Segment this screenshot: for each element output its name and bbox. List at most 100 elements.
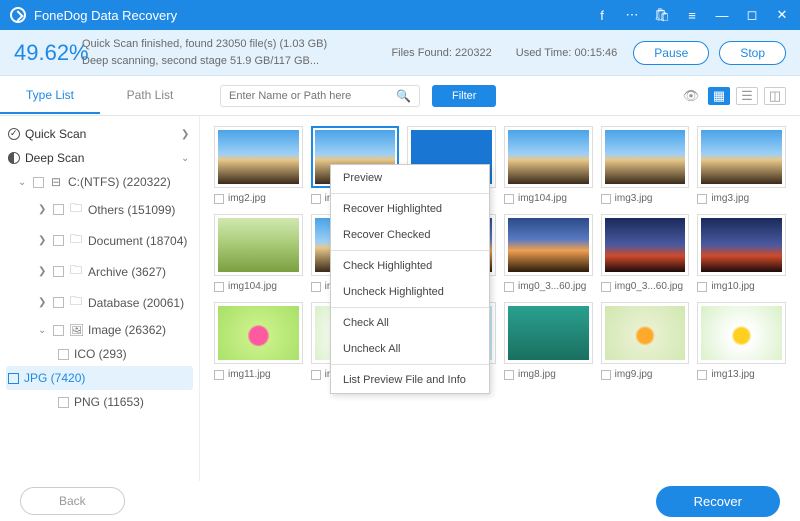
checkbox[interactable] [58,349,69,360]
thumbnail[interactable]: img0_3...60.jpg [504,214,593,292]
tab-type-list[interactable]: Type List [0,78,100,114]
stop-button[interactable]: Stop [719,41,786,65]
chevron-right-icon[interactable]: ❯ [38,204,48,215]
tree-label: Database (20061) [88,296,184,310]
checkbox[interactable] [601,282,611,292]
tree-image[interactable]: ⌄ 🖼 Image (26362) [0,318,199,342]
menu-uncheck-highlighted[interactable]: Uncheck Highlighted [331,279,489,305]
thumbnail-image[interactable] [697,302,786,364]
minimize-icon[interactable]: — [714,7,730,23]
checkbox[interactable] [504,370,514,380]
chevron-right-icon[interactable]: ❯ [38,297,48,308]
thumbnail[interactable]: img2.jpg [214,126,303,204]
thumbnail[interactable]: img9.jpg [601,302,690,380]
menu-recover-checked[interactable]: Recover Checked [331,222,489,248]
thumbnail[interactable]: img10.jpg [697,214,786,292]
list-view-icon[interactable]: ☰ [736,87,758,105]
checkbox[interactable] [8,373,19,384]
thumbnail-image[interactable] [214,214,303,276]
menu-preview[interactable]: Preview [331,165,489,191]
tree-drive[interactable]: ⌄ ⊟ C:(NTFS) (220322) [0,170,199,194]
checkbox[interactable] [53,235,64,246]
checkbox[interactable] [33,177,44,188]
tab-path-list[interactable]: Path List [100,78,200,114]
checkbox[interactable] [214,194,224,204]
sidebar-tree[interactable]: Quick Scan ❯ Deep Scan ⌄ ⌄ ⊟ C:(NTFS) (2… [0,116,200,481]
search-icon[interactable]: 🔍 [396,89,411,103]
maximize-icon[interactable]: ◻ [744,7,760,23]
checkbox[interactable] [311,194,321,204]
recover-button[interactable]: Recover [656,486,780,517]
checkbox[interactable] [504,282,514,292]
thumbnail[interactable]: img104.jpg [504,126,593,204]
tree-quick-scan[interactable]: Quick Scan ❯ [0,122,199,146]
chevron-down-icon[interactable]: ⌄ [38,325,48,336]
back-button[interactable]: Back [20,487,125,515]
menu-check-highlighted[interactable]: Check Highlighted [331,253,489,279]
checkbox[interactable] [53,325,64,336]
tree-png[interactable]: PNG (11653) [0,390,199,414]
menu-check-all[interactable]: Check All [331,310,489,336]
thumbnail-image[interactable] [504,302,593,364]
tree-others[interactable]: ❯ 🗀 Others (151099) [0,194,199,225]
facebook-icon[interactable]: f [594,7,610,23]
tree-label: Deep Scan [25,151,176,165]
checkbox[interactable] [697,194,707,204]
checkbox[interactable] [697,370,707,380]
checkbox[interactable] [504,194,514,204]
menu-uncheck-all[interactable]: Uncheck All [331,336,489,362]
tree-archive[interactable]: ❯ 🗀 Archive (3627) [0,256,199,287]
feedback-icon[interactable]: ⋯ [624,7,640,23]
menu-icon[interactable]: ≡ [684,7,700,23]
filter-button[interactable]: Filter [432,85,496,107]
thumbnail-image[interactable] [697,126,786,188]
checkbox[interactable] [214,370,224,380]
thumbnail[interactable]: img13.jpg [697,302,786,380]
thumbnail-image[interactable] [504,214,593,276]
eye-icon[interactable]: 👁 [680,87,702,105]
thumbnail[interactable]: img3.jpg [601,126,690,204]
filename: img104.jpg [228,281,277,292]
tree-deep-scan[interactable]: Deep Scan ⌄ [0,146,199,170]
tree-jpg[interactable]: JPG (7420) [6,366,193,390]
thumbnail-image[interactable] [214,126,303,188]
tree-database[interactable]: ❯ 🗀 Database (20061) [0,287,199,318]
checkbox[interactable] [601,370,611,380]
thumbnail[interactable]: img11.jpg [214,302,303,380]
checkbox[interactable] [53,266,64,277]
menu-list-preview[interactable]: List Preview File and Info [331,367,489,393]
tree-ico[interactable]: ICO (293) [0,342,199,366]
checkbox[interactable] [53,297,64,308]
checkbox[interactable] [58,397,69,408]
chevron-right-icon[interactable]: ❯ [38,266,48,277]
chevron-right-icon[interactable]: ❯ [181,129,191,140]
search-input[interactable] [229,90,389,102]
thumbnail-image[interactable] [504,126,593,188]
checkbox[interactable] [311,282,321,292]
thumbnail-image[interactable] [697,214,786,276]
thumbnail[interactable]: img0_3...60.jpg [601,214,690,292]
search-box[interactable]: 🔍 [220,85,420,107]
chevron-down-icon[interactable]: ⌄ [18,177,28,188]
chevron-down-icon[interactable]: ⌄ [181,153,191,164]
thumbnail-image[interactable] [601,302,690,364]
store-icon[interactable]: 🛍 [654,7,670,23]
thumbnail-image[interactable] [601,214,690,276]
thumbnail-image[interactable] [601,126,690,188]
thumbnail[interactable]: img3.jpg [697,126,786,204]
checkbox[interactable] [53,204,64,215]
grid-view-icon[interactable]: ▦ [708,87,730,105]
close-icon[interactable]: ✕ [774,7,790,23]
checkbox[interactable] [601,194,611,204]
checkbox[interactable] [214,282,224,292]
chevron-right-icon[interactable]: ❯ [38,235,48,246]
menu-recover-highlighted[interactable]: Recover Highlighted [331,196,489,222]
pause-button[interactable]: Pause [633,41,709,65]
thumbnail[interactable]: img8.jpg [504,302,593,380]
checkbox[interactable] [311,370,321,380]
checkbox[interactable] [697,282,707,292]
detail-view-icon[interactable]: ◫ [764,87,786,105]
thumbnail-image[interactable] [214,302,303,364]
thumbnail[interactable]: img104.jpg [214,214,303,292]
tree-document[interactable]: ❯ 🗀 Document (18704) [0,225,199,256]
